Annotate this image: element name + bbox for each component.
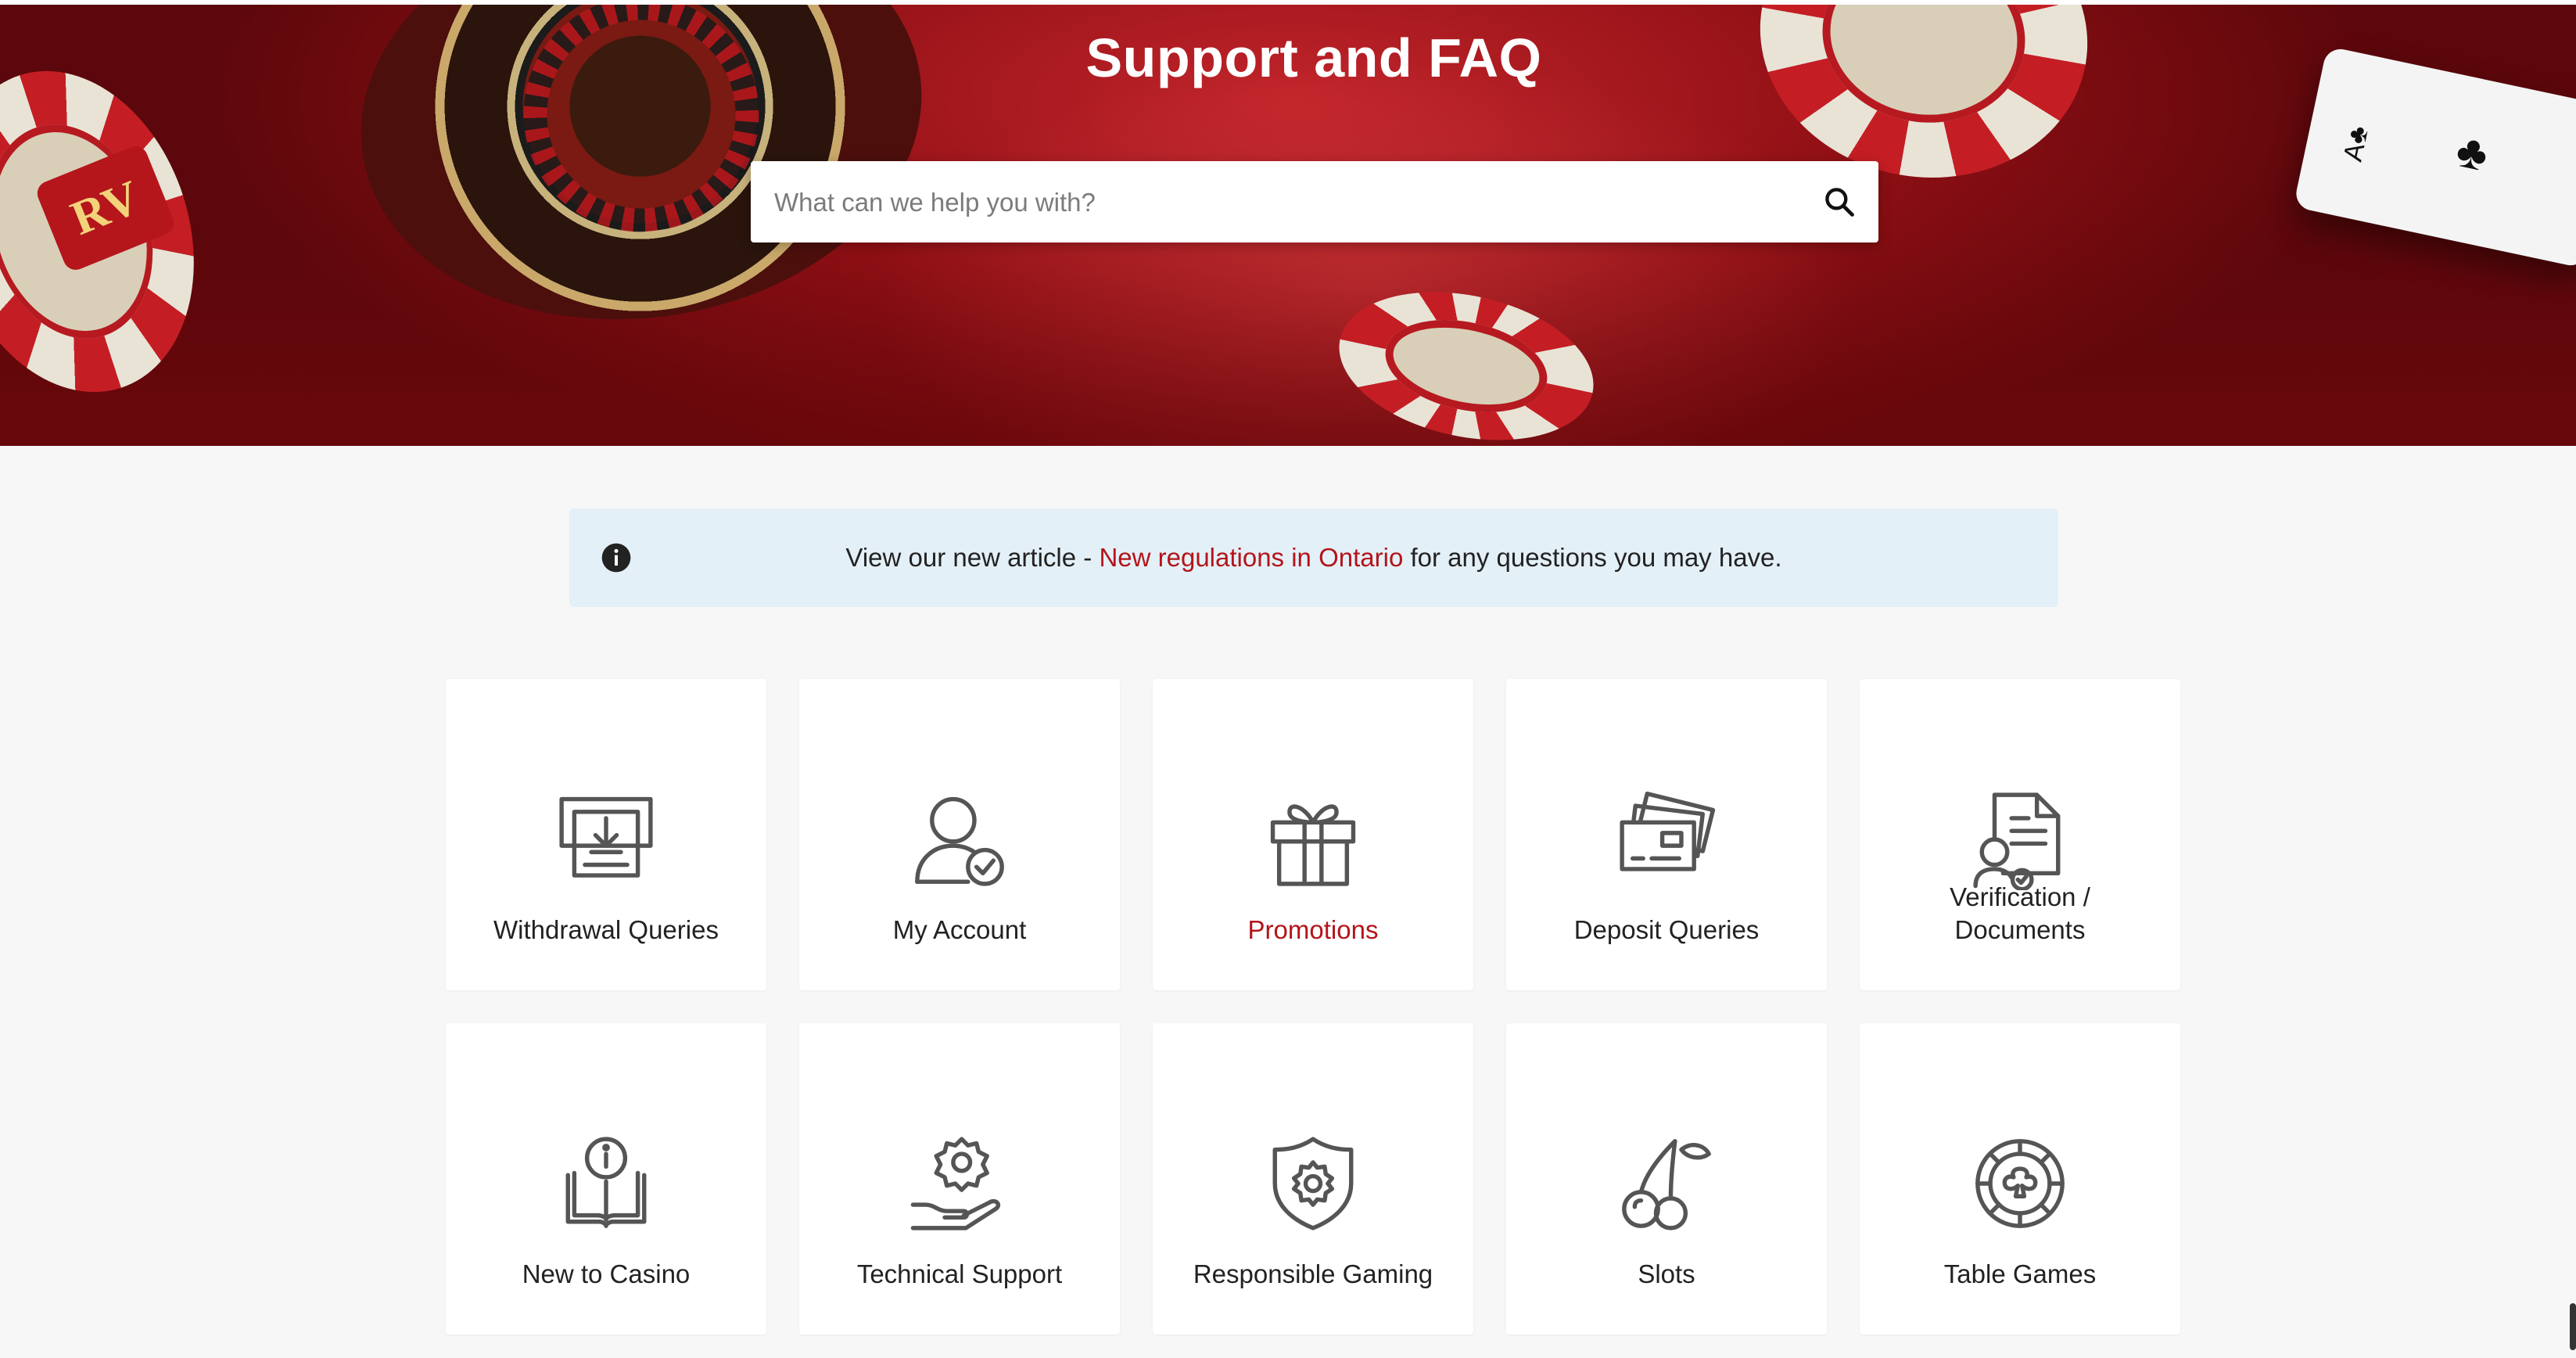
info-banner-text: View our new article - New regulations i… bbox=[569, 508, 2058, 607]
info-banner-prefix: View our new article - bbox=[845, 543, 1100, 572]
user-check-icon bbox=[915, 796, 1004, 886]
shield-gear-icon bbox=[1272, 1137, 1354, 1230]
hero-banner: RV ♣ A♣ Support and FAQ bbox=[0, 5, 2576, 446]
page-title: Support and FAQ bbox=[1085, 27, 1542, 88]
cherries-icon bbox=[1622, 1139, 1711, 1230]
info-book-icon bbox=[565, 1137, 647, 1228]
tile-label: Responsible Gaming bbox=[1193, 1259, 1433, 1288]
atm-icon bbox=[559, 796, 653, 878]
category-tile-verification-documents[interactable]: Verification / Documents bbox=[1860, 679, 2180, 990]
category-tile-responsible-gaming[interactable]: Responsible Gaming bbox=[1153, 1023, 1473, 1335]
tile-label: Withdrawal Queries bbox=[493, 915, 719, 944]
gift-icon bbox=[1270, 804, 1356, 886]
info-banner-suffix: for any questions you may have. bbox=[1403, 543, 1782, 572]
tile-label-line-1: Verification / bbox=[1950, 882, 2090, 911]
tile-label: New to Casino bbox=[522, 1259, 691, 1288]
category-tile-new-to-casino[interactable]: New to Casino bbox=[446, 1023, 766, 1335]
hero-floor-shading bbox=[0, 239, 2576, 446]
tile-label: Deposit Queries bbox=[1573, 915, 1760, 944]
search-box[interactable] bbox=[751, 161, 1878, 244]
category-tile-slots[interactable]: Slots bbox=[1506, 1023, 1827, 1335]
category-tile-deposit-queries[interactable]: Deposit Queries bbox=[1506, 679, 1827, 990]
search-icon[interactable] bbox=[1822, 185, 1857, 219]
tile-label: Slots bbox=[1638, 1259, 1695, 1288]
tile-label: Promotions bbox=[1247, 915, 1379, 944]
tile-label: Table Games bbox=[1943, 1259, 2097, 1288]
category-tile-withdrawal-queries[interactable]: Withdrawal Queries bbox=[446, 679, 766, 990]
page-scrollbar[interactable] bbox=[2570, 1303, 2576, 1350]
search-input[interactable] bbox=[773, 161, 1792, 244]
category-tile-technical-support[interactable]: Technical Support bbox=[799, 1023, 1120, 1335]
ontario-regulations-link[interactable]: New regulations in Ontario bbox=[1099, 543, 1403, 572]
category-tile-promotions[interactable]: Promotions bbox=[1153, 679, 1473, 990]
category-tile-my-account[interactable]: My Account bbox=[799, 679, 1120, 990]
category-tile-table-games[interactable]: Table Games bbox=[1860, 1023, 2180, 1335]
ace-mark-icon: A♣ bbox=[2337, 123, 2375, 164]
gear-hand-icon bbox=[910, 1137, 1001, 1230]
credit-cards-icon bbox=[1620, 791, 1716, 871]
roulette-chip-icon bbox=[1975, 1139, 2065, 1228]
tile-label: My Account bbox=[892, 915, 1027, 944]
document-user-icon bbox=[1973, 792, 2061, 890]
club-suit-icon: ♣ bbox=[2452, 123, 2493, 181]
tile-label-line-2: Documents bbox=[1954, 915, 2086, 944]
info-banner: View our new article - New regulations i… bbox=[569, 508, 2058, 607]
tile-label: Technical Support bbox=[856, 1259, 1063, 1288]
